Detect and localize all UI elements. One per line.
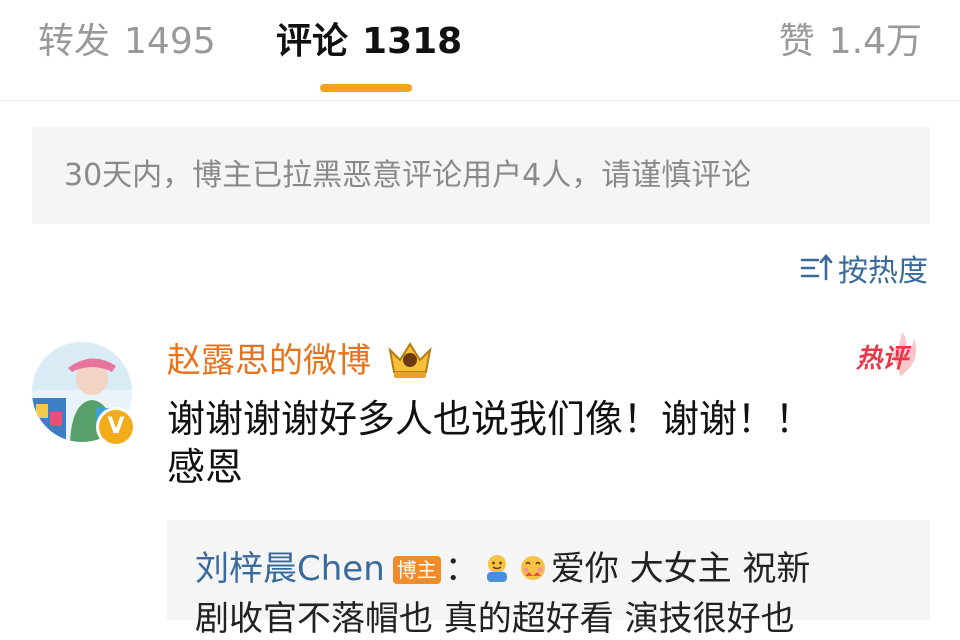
comment-text-line2: 感恩 [167,445,244,489]
tab-likes[interactable]: 赞 1.4万 [779,16,922,68]
verified-symbol: V [107,414,125,439]
comment-text-line1: 谢谢谢谢好多人也说我们像！谢谢！！ [167,397,814,441]
tab-repost-label: 转发 [38,21,111,62]
sort-icon [800,253,833,281]
hot-comment-badge: 热评 [852,332,928,380]
tab-comments[interactable]: 评论 1318 [276,16,462,68]
reply-line: 刘梓晨Chen 博主： 爱你 大女主 祝新 [195,548,810,590]
sort-by-heat-button[interactable]: 按热度 [800,248,928,289]
tab-repost-count: 1495 [124,21,216,62]
reply-username[interactable]: 刘梓晨Chen [195,549,385,589]
reply-text: 爱你 大女主 祝新 [550,549,811,589]
reply-preview[interactable]: 刘梓晨Chen 博主： 爱你 大女主 祝新 剧收官不落帽也 真的超好看 演技很好也 [167,520,930,639]
crown-badge-icon [388,342,432,378]
blogger-tag: 博主 [392,556,441,584]
reply-separator: ： [444,549,479,589]
comment-notice-banner: 30天内，博主已拉黑恶意评论用户4人，请谨慎评论 [32,127,930,224]
reply-text-line2: 剧收官不落帽也 真的超好看 演技很好也 [195,599,795,639]
tab-likes-label: 赞 [778,21,815,62]
active-tab-indicator [320,84,412,92]
sort-label: 按热度 [838,254,928,289]
notice-text: 30天内，博主已拉黑恶意评论用户4人，请谨慎评论 [64,158,752,193]
hug-emoji-icon [486,555,507,582]
comment-username[interactable]: 赵露思的微博 [167,338,371,384]
tab-likes-count: 1.4万 [828,21,922,62]
comment-tabs: 转发 1495 评论 1318 赞 1.4万 [0,0,960,101]
comment-text: 谢谢谢谢好多人也说我们像！谢谢！！ 感恩 [167,395,887,491]
verified-badge-icon: V [96,407,136,447]
tab-comments-count: 1318 [362,21,463,62]
love-hug-emoji-icon [520,556,545,580]
hot-comment-label: 热评 [856,344,909,374]
tab-repost[interactable]: 转发 1495 [38,16,216,68]
tab-comments-label: 评论 [276,21,349,62]
